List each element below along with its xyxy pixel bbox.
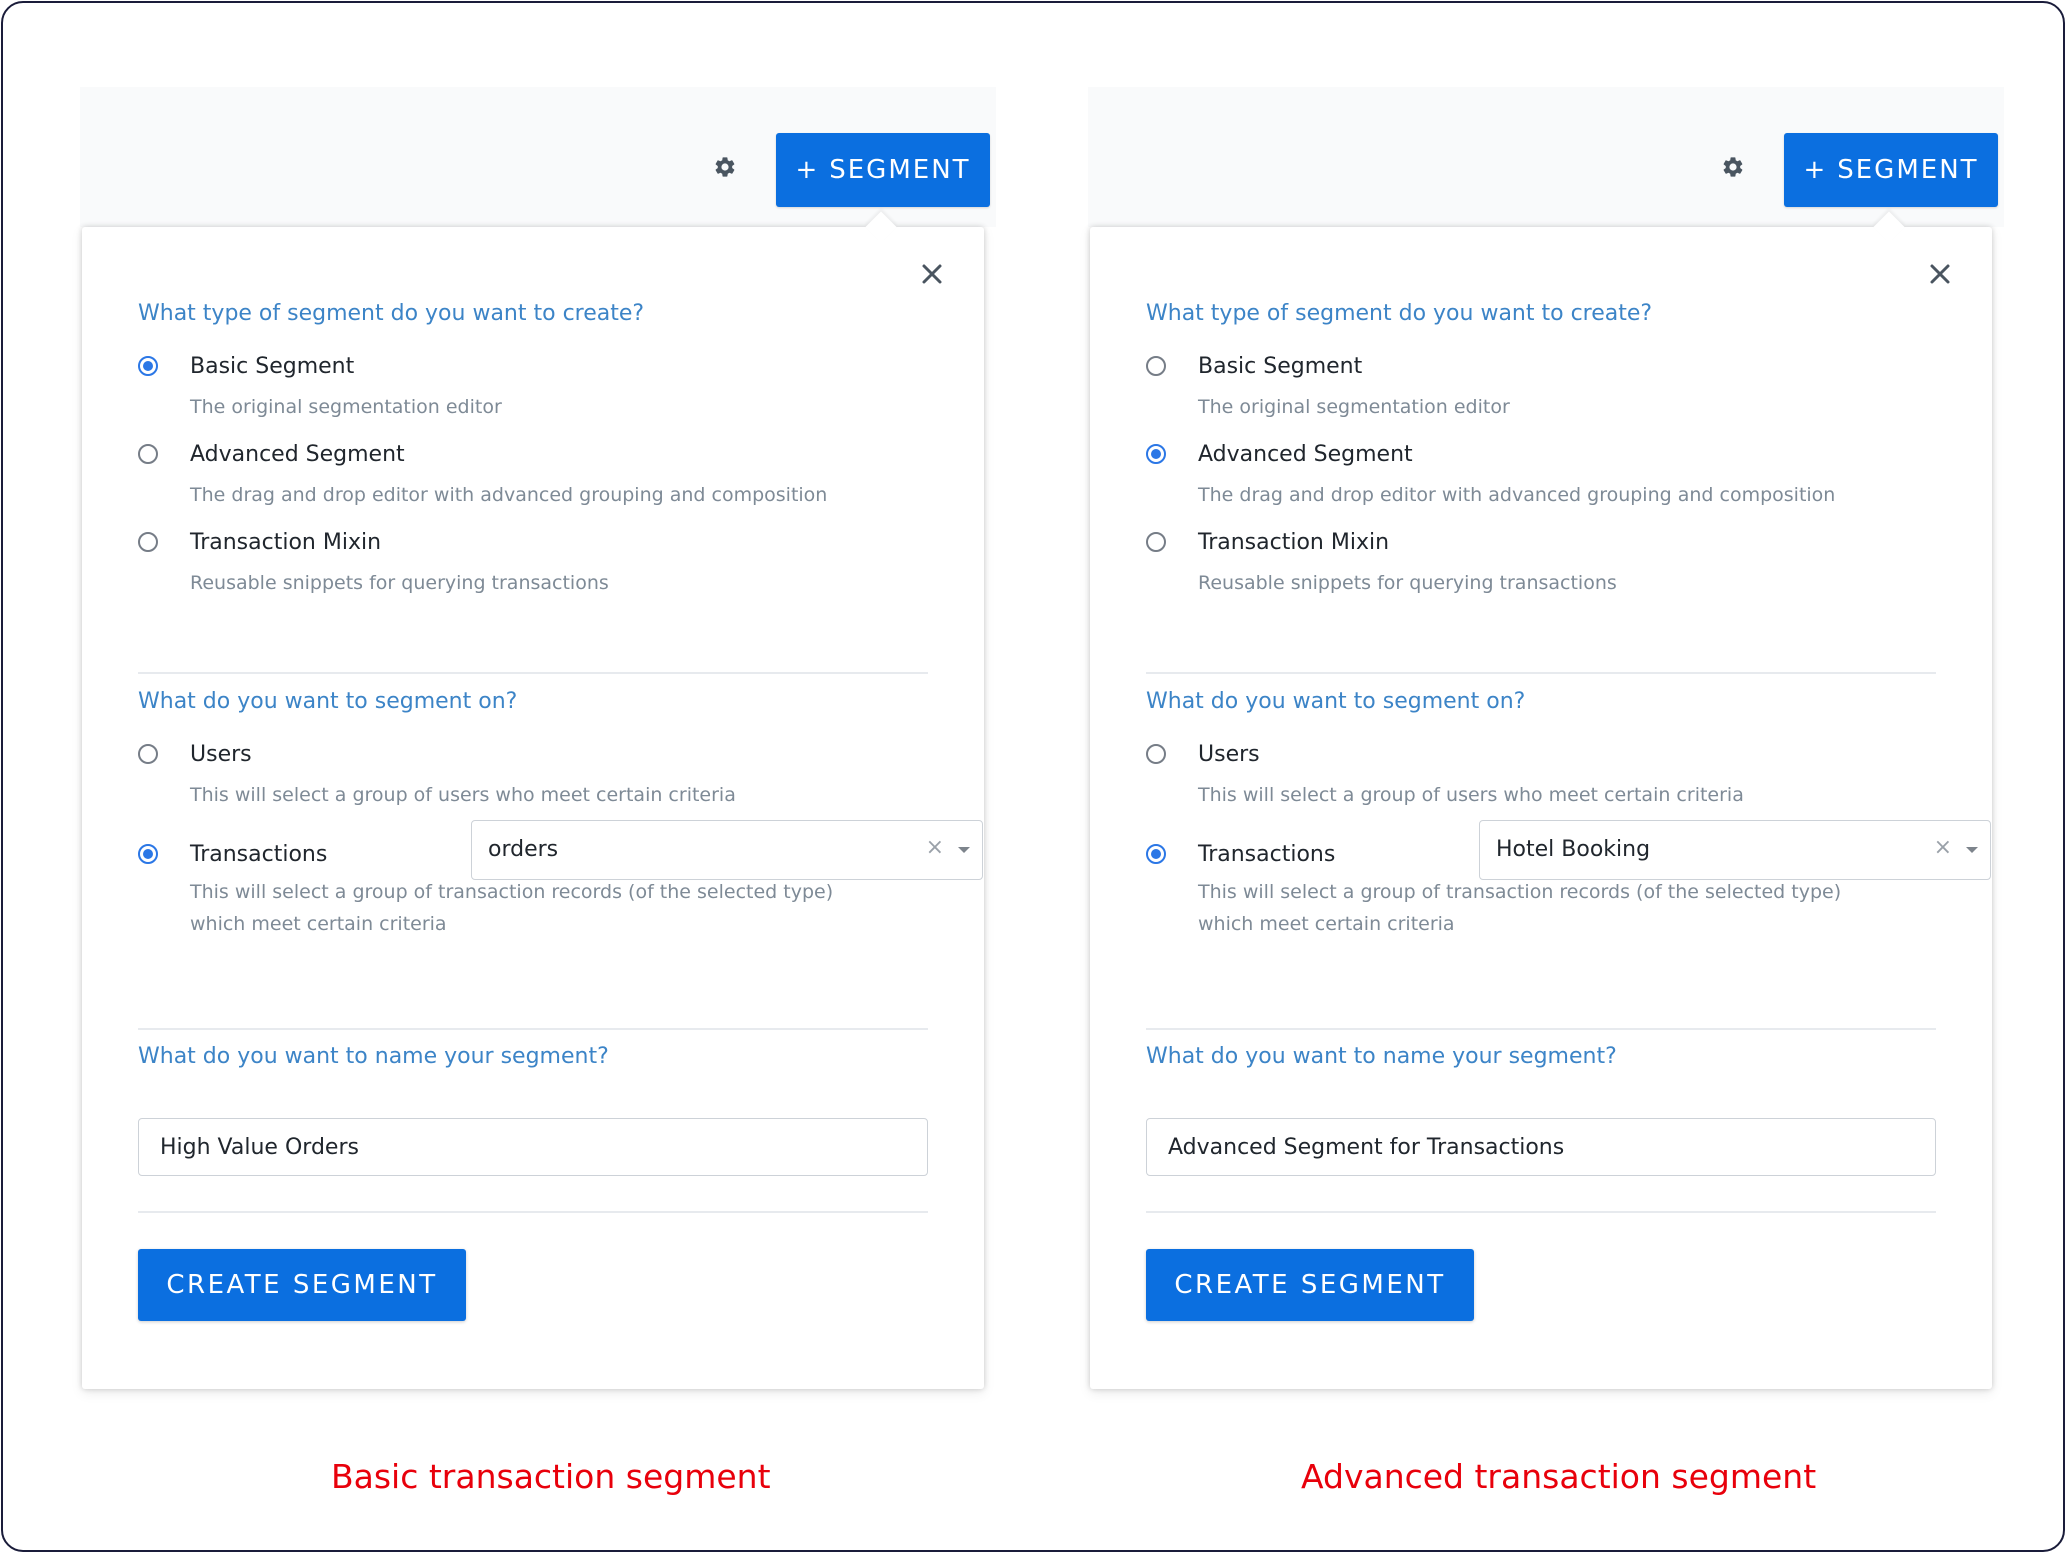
close-icon[interactable] bbox=[1925, 259, 1955, 289]
radio-users[interactable] bbox=[1146, 744, 1166, 764]
caption-basic: Basic transaction segment bbox=[331, 1457, 771, 1496]
screenshot-frame: + SEGMENT What type of segment do you wa… bbox=[1, 1, 2065, 1552]
radio-transactions[interactable] bbox=[1146, 844, 1166, 864]
option-label[interactable]: Advanced Segment bbox=[190, 442, 405, 467]
option-description: The drag and drop editor with advanced g… bbox=[1198, 484, 1836, 506]
radio-advanced-segment[interactable] bbox=[138, 444, 158, 464]
option-description: Reusable snippets for querying transacti… bbox=[190, 572, 609, 594]
option-label[interactable]: Transactions bbox=[1198, 842, 1335, 867]
section-divider bbox=[1146, 1211, 1936, 1213]
clear-icon[interactable]: × bbox=[1934, 835, 1952, 860]
chevron-down-icon[interactable] bbox=[958, 847, 970, 853]
radio-basic-segment[interactable] bbox=[138, 356, 158, 376]
plus-icon: + bbox=[795, 155, 820, 185]
option-description-line2: which meet certain criteria bbox=[1198, 913, 1455, 935]
gear-icon[interactable] bbox=[713, 155, 737, 179]
radio-basic-segment[interactable] bbox=[1146, 356, 1166, 376]
chevron-down-icon[interactable] bbox=[1966, 847, 1978, 853]
option-label[interactable]: Basic Segment bbox=[190, 354, 354, 379]
close-icon[interactable] bbox=[917, 259, 947, 289]
section-divider bbox=[138, 1211, 928, 1213]
option-label[interactable]: Transaction Mixin bbox=[1198, 530, 1389, 555]
option-label[interactable]: Basic Segment bbox=[1198, 354, 1362, 379]
segment-name-input[interactable] bbox=[1146, 1118, 1936, 1176]
top-bar: + SEGMENT bbox=[1088, 87, 2004, 227]
option-label[interactable]: Users bbox=[190, 742, 252, 767]
option-description: Reusable snippets for querying transacti… bbox=[1198, 572, 1617, 594]
option-description: This will select a group of users who me… bbox=[190, 784, 736, 806]
caption-advanced: Advanced transaction segment bbox=[1301, 1457, 1817, 1496]
option-description: The drag and drop editor with advanced g… bbox=[190, 484, 828, 506]
section-divider bbox=[138, 672, 928, 674]
radio-advanced-segment[interactable] bbox=[1146, 444, 1166, 464]
create-segment-button[interactable]: CREATE SEGMENT bbox=[1146, 1249, 1474, 1321]
clear-icon[interactable]: × bbox=[926, 835, 944, 860]
top-bar: + SEGMENT bbox=[80, 87, 996, 227]
transaction-type-select[interactable]: orders × bbox=[471, 820, 983, 880]
add-segment-label: SEGMENT bbox=[1837, 155, 1979, 185]
section-divider bbox=[1146, 672, 1936, 674]
segment-name-question: What do you want to name your segment? bbox=[138, 1044, 609, 1069]
option-description: The original segmentation editor bbox=[190, 396, 502, 418]
select-value: orders bbox=[488, 837, 559, 862]
segment-panel-advanced: + SEGMENT What type of segment do you wa… bbox=[1088, 87, 2004, 1393]
section-divider bbox=[138, 1028, 928, 1030]
create-segment-popover: What type of segment do you want to crea… bbox=[1090, 211, 1992, 1389]
segment-type-question: What type of segment do you want to crea… bbox=[1146, 301, 1653, 326]
option-label[interactable]: Users bbox=[1198, 742, 1260, 767]
create-segment-button[interactable]: CREATE SEGMENT bbox=[138, 1249, 466, 1321]
segment-on-question: What do you want to segment on? bbox=[1146, 689, 1526, 714]
option-description: This will select a group of users who me… bbox=[1198, 784, 1744, 806]
segment-name-question: What do you want to name your segment? bbox=[1146, 1044, 1617, 1069]
radio-transaction-mixin[interactable] bbox=[1146, 532, 1166, 552]
section-divider bbox=[1146, 1028, 1936, 1030]
option-description-line1: This will select a group of transaction … bbox=[1198, 881, 1842, 903]
create-segment-popover: What type of segment do you want to crea… bbox=[82, 211, 984, 1389]
select-value: Hotel Booking bbox=[1496, 837, 1651, 862]
segment-panel-basic: + SEGMENT What type of segment do you wa… bbox=[80, 87, 996, 1393]
radio-transaction-mixin[interactable] bbox=[138, 532, 158, 552]
option-label[interactable]: Advanced Segment bbox=[1198, 442, 1413, 467]
option-description: The original segmentation editor bbox=[1198, 396, 1510, 418]
transaction-type-select[interactable]: Hotel Booking × bbox=[1479, 820, 1991, 880]
radio-users[interactable] bbox=[138, 744, 158, 764]
option-description-line1: This will select a group of transaction … bbox=[190, 881, 834, 903]
add-segment-button[interactable]: + SEGMENT bbox=[776, 133, 990, 207]
segment-on-question: What do you want to segment on? bbox=[138, 689, 518, 714]
segment-name-input[interactable] bbox=[138, 1118, 928, 1176]
option-label[interactable]: Transaction Mixin bbox=[190, 530, 381, 555]
segment-type-question: What type of segment do you want to crea… bbox=[138, 301, 645, 326]
add-segment-label: SEGMENT bbox=[829, 155, 971, 185]
gear-icon[interactable] bbox=[1721, 155, 1745, 179]
option-label[interactable]: Transactions bbox=[190, 842, 327, 867]
plus-icon: + bbox=[1803, 155, 1828, 185]
radio-transactions[interactable] bbox=[138, 844, 158, 864]
option-description-line2: which meet certain criteria bbox=[190, 913, 447, 935]
add-segment-button[interactable]: + SEGMENT bbox=[1784, 133, 1998, 207]
